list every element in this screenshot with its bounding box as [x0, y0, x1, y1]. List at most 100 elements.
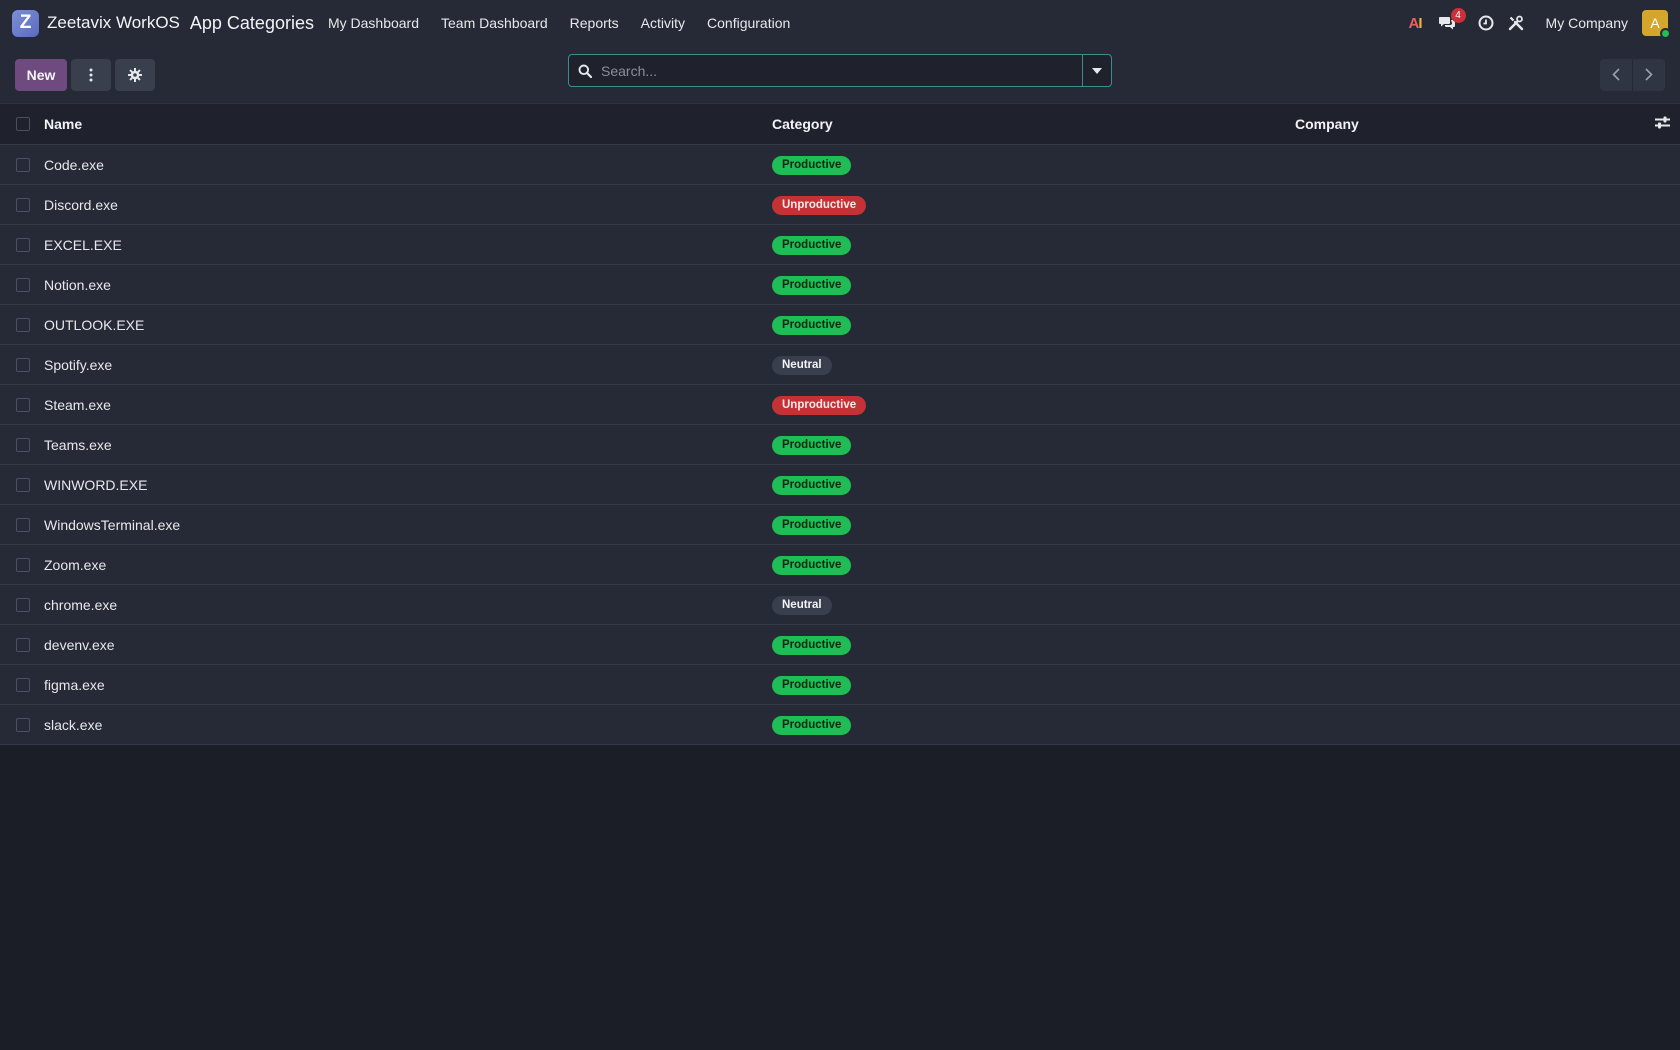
row-checkbox[interactable] [16, 437, 30, 452]
pager-next-button[interactable] [1633, 58, 1665, 91]
search-input[interactable] [601, 55, 1082, 86]
table-row[interactable]: Zoom.exe Productive [0, 545, 1680, 585]
company-switcher[interactable]: My Company [1546, 15, 1628, 31]
row-checkbox[interactable] [16, 357, 30, 372]
category-tag: Productive [772, 435, 852, 455]
settings-button[interactable] [115, 58, 155, 91]
app-name-cell: OUTLOOK.EXE [44, 316, 145, 333]
table-row[interactable]: OUTLOOK.EXE Productive [0, 305, 1680, 345]
top-navbar: Z Zeetavix WorkOS App Categories My Dash… [0, 0, 1680, 46]
row-checkbox[interactable] [16, 277, 30, 292]
table-row[interactable]: chrome.exe Neutral [0, 585, 1680, 625]
debug-tools-icon[interactable] [1508, 15, 1524, 31]
app-name-cell: figma.exe [44, 676, 105, 693]
nav-item-reports[interactable]: Reports [570, 15, 619, 31]
pager [1600, 58, 1665, 91]
actions-menu-button[interactable] [71, 58, 111, 91]
messages-icon[interactable]: 4 [1438, 8, 1466, 31]
row-checkbox[interactable] [16, 677, 30, 692]
systray: AI 4 My Company A [1395, 8, 1671, 39]
category-tag: Productive [772, 635, 852, 655]
column-header-company[interactable]: Company [1295, 116, 1359, 132]
messages-badge: 4 [1450, 8, 1466, 23]
table-row[interactable]: devenv.exe Productive [0, 625, 1680, 665]
row-checkbox[interactable] [16, 397, 30, 412]
category-tag: Unproductive [772, 195, 867, 215]
category-tag: Productive [772, 275, 852, 295]
category-tag: Productive [772, 555, 852, 575]
nav-item-my-dashboard[interactable]: My Dashboard [328, 15, 419, 31]
app-name-cell: Discord.exe [44, 196, 118, 213]
table-row[interactable]: EXCEL.EXE Productive [0, 225, 1680, 265]
category-cell: Productive [772, 235, 852, 255]
nav-item-activity[interactable]: Activity [641, 15, 685, 31]
user-avatar[interactable]: A [1642, 10, 1671, 39]
activity-clock-icon[interactable] [1478, 15, 1494, 31]
row-checkbox[interactable] [16, 517, 30, 532]
table-row[interactable]: Code.exe Productive [0, 145, 1680, 185]
vertical-dots-icon [89, 68, 93, 81]
table-row[interactable]: Steam.exe Unproductive [0, 385, 1680, 425]
table-row[interactable]: WINWORD.EXE Productive [0, 465, 1680, 505]
avatar-letter: A [1650, 15, 1660, 31]
table-row[interactable]: Discord.exe Unproductive [0, 185, 1680, 225]
row-checkbox[interactable] [16, 197, 30, 212]
row-checkbox[interactable] [16, 317, 30, 332]
table-row[interactable]: Spotify.exe Neutral [0, 345, 1680, 385]
app-name-cell: Teams.exe [44, 436, 112, 453]
row-checkbox[interactable] [16, 717, 30, 732]
category-cell: Productive [772, 475, 852, 495]
column-header-name[interactable]: Name [44, 116, 82, 132]
row-checkbox[interactable] [16, 597, 30, 612]
optional-columns-icon[interactable] [1655, 116, 1670, 132]
chevron-right-icon [1645, 68, 1653, 81]
app-name-cell: devenv.exe [44, 636, 115, 653]
category-cell: Neutral [772, 355, 832, 375]
chevron-left-icon [1612, 68, 1620, 81]
category-tag: Productive [772, 715, 852, 735]
caret-down-icon [1092, 67, 1102, 74]
row-checkbox[interactable] [16, 637, 30, 652]
table-row[interactable]: WindowsTerminal.exe Productive [0, 505, 1680, 545]
table-row[interactable]: figma.exe Productive [0, 665, 1680, 705]
category-tag: Neutral [772, 355, 832, 375]
category-tag: Productive [772, 235, 852, 255]
table-row[interactable]: Notion.exe Productive [0, 265, 1680, 305]
brand-name[interactable]: Zeetavix WorkOS [47, 13, 180, 33]
category-cell: Neutral [772, 595, 832, 615]
category-cell: Productive [772, 315, 852, 335]
app-name-cell: slack.exe [44, 716, 103, 733]
row-checkbox[interactable] [16, 477, 30, 492]
category-cell: Unproductive [772, 195, 867, 215]
select-all-checkbox[interactable] [16, 117, 30, 131]
category-tag: Productive [772, 315, 852, 335]
app-logo-icon[interactable]: Z [12, 9, 39, 37]
gear-icon [128, 67, 142, 82]
category-cell: Productive [772, 155, 852, 175]
category-cell: Productive [772, 555, 852, 575]
pager-previous-button[interactable] [1600, 58, 1632, 91]
nav-item-team-dashboard[interactable]: Team Dashboard [441, 15, 548, 31]
list-body: Code.exe Productive Discord.exe Unproductiv… [0, 145, 1680, 745]
search-options-toggle[interactable] [1082, 55, 1111, 86]
category-tag: Productive [772, 475, 852, 495]
table-row[interactable]: slack.exe Productive [0, 705, 1680, 745]
search-icon [569, 64, 601, 78]
row-checkbox[interactable] [16, 557, 30, 572]
app-title[interactable]: App Categories [190, 13, 314, 34]
list-header: Name Category Company [0, 104, 1680, 145]
ai-assistant-icon[interactable]: AI [1409, 15, 1423, 32]
new-button[interactable]: New [15, 58, 67, 91]
app-name-cell: WindowsTerminal.exe [44, 516, 181, 533]
app-name-cell: Spotify.exe [44, 356, 113, 373]
table-row[interactable]: Teams.exe Productive [0, 425, 1680, 465]
row-checkbox[interactable] [16, 157, 30, 172]
category-cell: Productive [772, 515, 852, 535]
row-checkbox[interactable] [16, 237, 30, 252]
search-bar [568, 54, 1112, 87]
column-header-category[interactable]: Category [772, 116, 833, 132]
category-tag: Productive [772, 515, 852, 535]
online-status-icon [1660, 28, 1671, 39]
app-categories-list: Name Category Company Code.exe Productive… [0, 104, 1680, 745]
nav-item-configuration[interactable]: Configuration [707, 15, 790, 31]
